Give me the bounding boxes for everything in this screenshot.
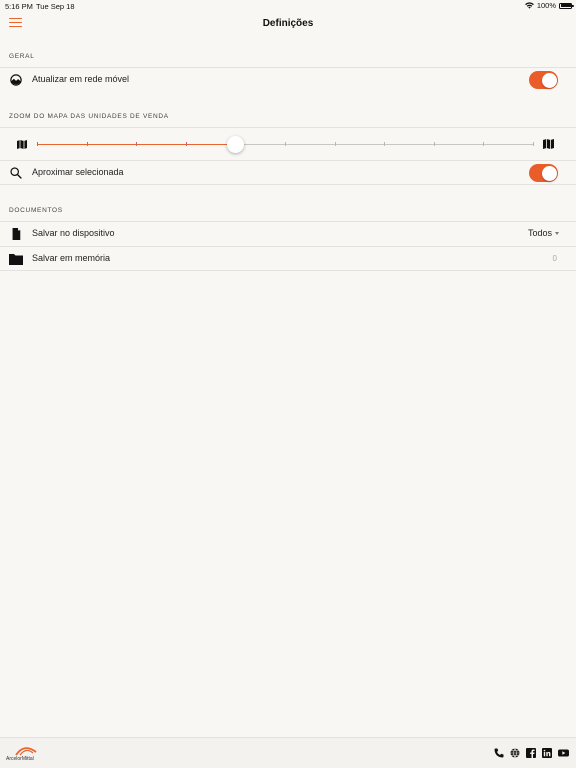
save-memory-count: 0 <box>552 254 557 263</box>
setting-row-zoom-selected: Aproximar selecionada <box>0 160 576 185</box>
map-large-icon <box>543 139 554 149</box>
save-device-label: Salvar no dispositivo <box>32 228 115 238</box>
slider-tick <box>86 142 88 146</box>
nav-bar: Definições <box>0 12 576 38</box>
mobile-update-label: Atualizar em rede móvel <box>32 74 130 84</box>
social-links <box>494 748 569 758</box>
youtube-icon[interactable] <box>558 748 569 758</box>
save-device-dropdown[interactable]: Todos <box>528 228 559 238</box>
arcelormittal-logo[interactable]: ArcelorMittal <box>6 744 46 764</box>
facebook-icon[interactable] <box>526 748 536 758</box>
search-icon <box>10 167 22 179</box>
bottom-bar: ArcelorMittal <box>0 737 576 768</box>
battery-icon <box>559 2 574 9</box>
document-icon <box>12 228 21 240</box>
slider-tick <box>483 142 485 146</box>
setting-row-save-memory: Salvar em memória 0 <box>0 246 576 271</box>
save-memory-label: Salvar em memória <box>32 253 111 263</box>
mobile-update-toggle[interactable] <box>529 71 558 89</box>
status-right: 100% <box>524 1 574 10</box>
phone-icon[interactable] <box>494 748 504 758</box>
section-header-zoom: ZOOM DO MAPA DAS UNIDADES DE VENDA <box>9 113 169 120</box>
logo-mark-icon <box>15 747 37 756</box>
save-device-value: Todos <box>527 228 552 238</box>
slider-tick <box>384 142 386 146</box>
zoom-selected-toggle[interactable] <box>529 164 558 182</box>
setting-row-mobile-update: Atualizar em rede móvel <box>0 67 576 92</box>
slider-tick <box>285 142 286 146</box>
status-bar: 5:16 PM Tue Sep 18 100% <box>0 0 576 12</box>
slider-tick <box>136 142 138 146</box>
caret-down-icon <box>555 231 559 235</box>
status-time: 5:16 PM <box>5 2 33 11</box>
slider-tick <box>334 142 336 146</box>
linkedin-icon[interactable] <box>542 748 552 758</box>
battery-percent: 100% <box>536 1 556 10</box>
zoom-slider-row <box>0 127 576 160</box>
network-icon <box>10 74 22 86</box>
page-title: Definições <box>262 18 314 29</box>
globe-icon[interactable] <box>510 748 520 758</box>
logo-text: ArcelorMittal <box>6 756 34 762</box>
section-header-documentos: DOCUMENTOS <box>9 207 63 214</box>
slider-tick <box>433 142 435 146</box>
slider-tick <box>185 142 187 146</box>
setting-row-save-device[interactable]: Salvar no dispositivo Todos <box>0 221 576 246</box>
zoom-selected-label: Aproximar selecionada <box>32 167 124 177</box>
slider-tick <box>37 142 38 146</box>
map-small-icon <box>17 140 27 149</box>
wifi-icon <box>524 2 534 9</box>
zoom-slider-thumb[interactable] <box>226 136 244 153</box>
slider-tick <box>533 142 534 146</box>
status-date: Tue Sep 18 <box>36 2 75 11</box>
folder-icon <box>9 254 23 265</box>
section-header-geral: GERAL <box>9 53 35 60</box>
